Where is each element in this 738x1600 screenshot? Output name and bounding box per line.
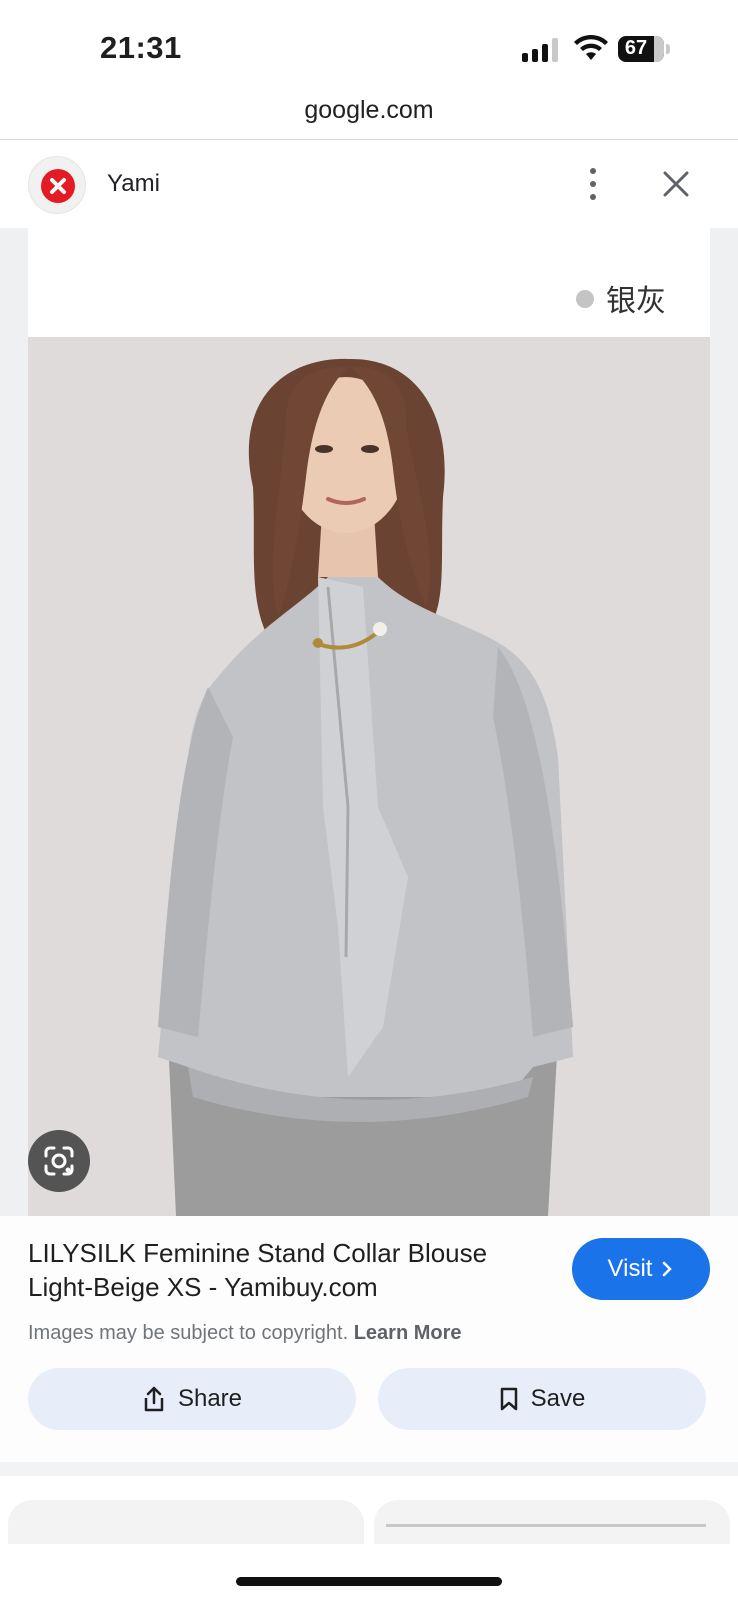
- visit-button[interactable]: Visit: [572, 1238, 710, 1300]
- status-time: 21:31: [100, 30, 182, 65]
- battery-level: 67: [624, 37, 648, 59]
- visit-label: Visit: [607, 1255, 653, 1282]
- section-separator: [0, 1462, 738, 1476]
- result-info: LILYSILK Feminine Stand Collar Blouse Li…: [0, 1216, 738, 1462]
- battery-nub: [666, 44, 670, 54]
- color-swatch-label: 银灰: [606, 284, 666, 319]
- more-vertical-icon[interactable]: [578, 164, 608, 204]
- google-lens-icon[interactable]: [28, 1130, 90, 1192]
- close-icon[interactable]: [660, 168, 692, 200]
- color-swatch-dot: [576, 290, 594, 308]
- learn-more-link[interactable]: Learn More: [354, 1322, 462, 1344]
- status-bar: 21:31 67: [0, 0, 738, 96]
- chevron-right-icon: [663, 1261, 673, 1277]
- result-title-line2: Light-Beige XS - Yamibuy.com: [28, 1272, 378, 1302]
- model-photo: [28, 337, 710, 1216]
- result-title-line1: LILYSILK Feminine Stand Collar Blouse: [28, 1238, 488, 1268]
- yami-logo-icon: [41, 169, 75, 203]
- copyright-text: Images may be subject to copyright.: [28, 1322, 349, 1344]
- battery-icon: 67: [618, 36, 664, 62]
- wifi-icon: [574, 34, 608, 60]
- save-button[interactable]: Save: [378, 1368, 706, 1430]
- share-label: Share: [177, 1385, 243, 1412]
- color-swatch-band: 银灰: [28, 228, 710, 337]
- bookmark-icon: [500, 1387, 517, 1411]
- result-title[interactable]: LILYSILK Feminine Stand Collar Blouse Li…: [28, 1236, 558, 1304]
- cellular-signal-icon: [522, 38, 558, 62]
- source-name[interactable]: Yami: [107, 170, 160, 198]
- share-button[interactable]: Share: [28, 1368, 356, 1430]
- source-header: Yami: [0, 140, 738, 228]
- share-icon: [144, 1386, 164, 1412]
- home-indicator[interactable]: [236, 1577, 502, 1586]
- source-logo[interactable]: [28, 156, 86, 214]
- url-bar[interactable]: google.com: [0, 96, 738, 140]
- bottom-bar: [0, 1544, 738, 1600]
- image-panel: 银灰: [0, 228, 738, 1216]
- save-label: Save: [530, 1385, 586, 1412]
- copyright-notice: Images may be subject to copyright. Lear…: [28, 1322, 462, 1345]
- product-image[interactable]: 银灰: [28, 228, 710, 1216]
